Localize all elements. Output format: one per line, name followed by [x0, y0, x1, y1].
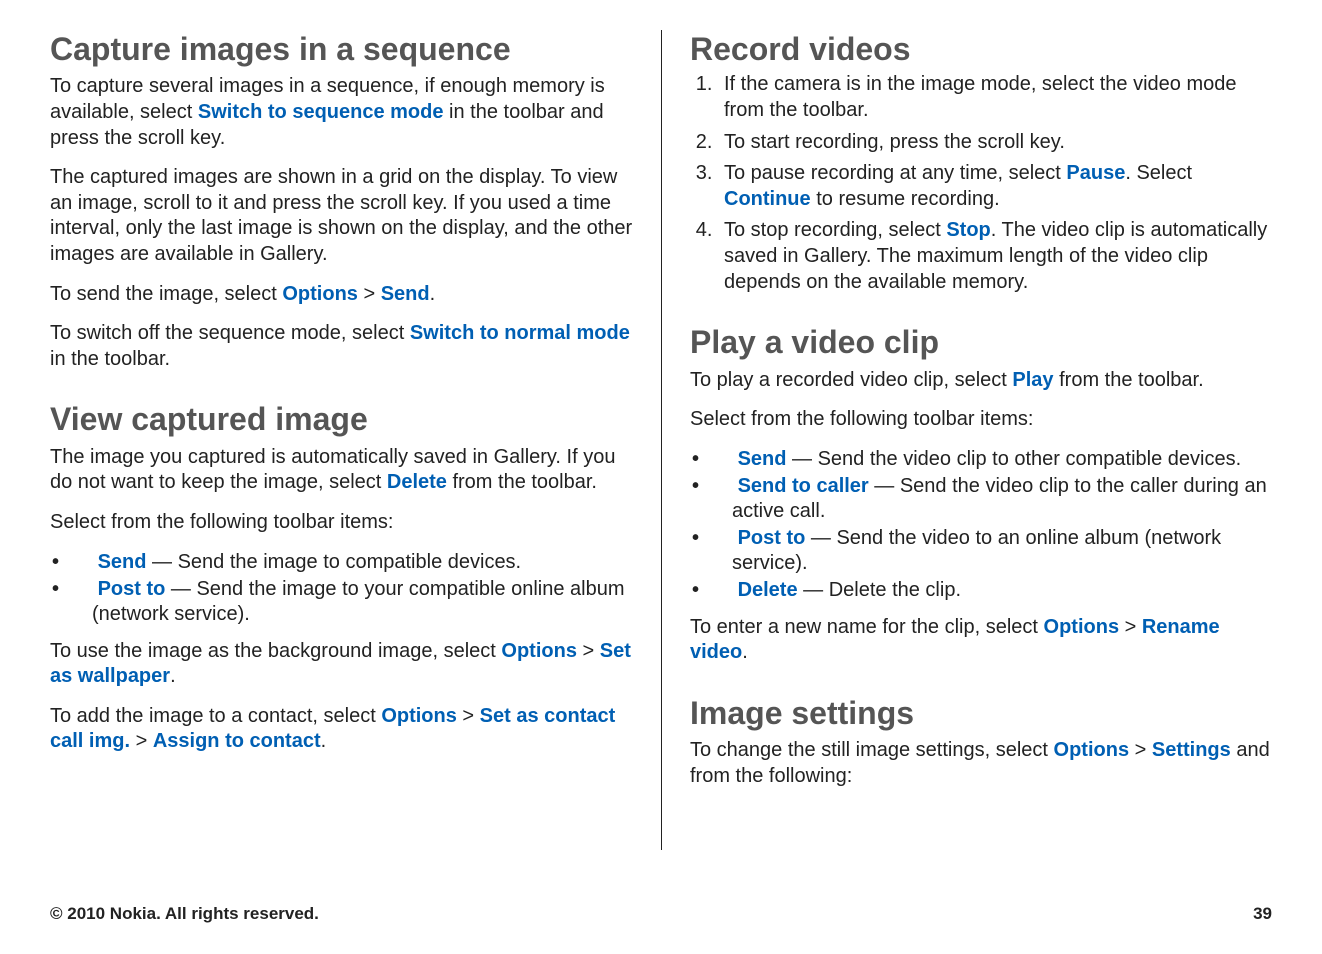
text: — Send the video clip to other compatibl…	[786, 448, 1241, 470]
text: — Send the image to compatible devices.	[146, 551, 521, 573]
ui-label-options: Options	[282, 283, 358, 305]
text: To change the still image settings, sele…	[690, 739, 1054, 761]
separator-gt: >	[1129, 739, 1152, 761]
text: To pause recording at any time, select	[724, 162, 1066, 184]
ui-label-settings: Settings	[1152, 739, 1231, 761]
heading-image-settings: Image settings	[690, 694, 1272, 732]
paragraph: To capture several images in a sequence,…	[50, 74, 633, 151]
paragraph: To switch off the sequence mode, select …	[50, 321, 633, 372]
text: in the toolbar.	[50, 348, 170, 370]
text: To add the image to a contact, select	[50, 705, 381, 727]
copyright: © 2010 Nokia. All rights reserved.	[50, 904, 319, 924]
ui-label-post-to: Post to	[738, 527, 806, 549]
text: from the toolbar.	[1054, 369, 1204, 391]
text: To send the image, select	[50, 283, 282, 305]
toolbar-list: Send — Send the image to compatible devi…	[50, 550, 633, 627]
list-item: Post to — Send the image to your compati…	[72, 577, 633, 627]
text: .	[430, 283, 436, 305]
ui-label-delete: Delete	[387, 471, 447, 493]
text: To stop recording, select	[724, 219, 946, 241]
two-column-layout: Capture images in a sequence To capture …	[50, 30, 1272, 850]
ui-label-delete: Delete	[738, 579, 798, 601]
text: — Delete the clip.	[798, 579, 961, 601]
text: .	[742, 641, 748, 663]
page-footer: © 2010 Nokia. All rights reserved. 39	[50, 904, 1272, 924]
list-item: Send to caller — Send the video clip to …	[712, 474, 1272, 524]
ui-label-send: Send	[98, 551, 147, 573]
text: — Send the video to an online album (net…	[732, 527, 1221, 574]
ui-label-continue: Continue	[724, 188, 811, 210]
paragraph: To send the image, select Options > Send…	[50, 282, 633, 308]
text: .	[170, 665, 176, 687]
text: To enter a new name for the clip, select	[690, 616, 1044, 638]
paragraph: To play a recorded video clip, select Pl…	[690, 368, 1272, 394]
list-item: To stop recording, select Stop. The vide…	[718, 218, 1272, 295]
list-item: To start recording, press the scroll key…	[718, 130, 1272, 156]
separator-gt: >	[577, 640, 600, 662]
text: — Send the image to your compatible onli…	[92, 578, 625, 625]
ui-label-send: Send	[738, 448, 787, 470]
heading-play-clip: Play a video clip	[690, 323, 1272, 361]
paragraph: To enter a new name for the clip, select…	[690, 615, 1272, 666]
paragraph: To change the still image settings, sele…	[690, 738, 1272, 789]
record-steps: If the camera is in the image mode, sele…	[690, 72, 1272, 295]
text: To use the image as the background image…	[50, 640, 501, 662]
page: Capture images in a sequence To capture …	[0, 0, 1322, 954]
ui-label-play: Play	[1012, 369, 1053, 391]
ui-label-options: Options	[381, 705, 457, 727]
ui-label-pause: Pause	[1066, 162, 1125, 184]
list-item: Send — Send the image to compatible devi…	[72, 550, 633, 575]
paragraph: Select from the following toolbar items:	[690, 407, 1272, 433]
text: To play a recorded video clip, select	[690, 369, 1012, 391]
text: .	[321, 730, 327, 752]
paragraph: The image you captured is automatically …	[50, 445, 633, 496]
ui-label-send: Send	[381, 283, 430, 305]
ui-label-options: Options	[1054, 739, 1130, 761]
ui-label-send-to-caller: Send to caller	[738, 475, 869, 497]
ui-label-options: Options	[501, 640, 577, 662]
paragraph: The captured images are shown in a grid …	[50, 165, 633, 267]
ui-label-switch-normal: Switch to normal mode	[410, 322, 630, 344]
text: . Select	[1125, 162, 1192, 184]
list-item: To pause recording at any time, select P…	[718, 161, 1272, 212]
list-item: Post to — Send the video to an online al…	[712, 526, 1272, 576]
heading-capture-sequence: Capture images in a sequence	[50, 30, 633, 68]
left-column: Capture images in a sequence To capture …	[50, 30, 661, 850]
separator-gt: >	[457, 705, 480, 727]
paragraph: To use the image as the background image…	[50, 639, 633, 690]
list-item: If the camera is in the image mode, sele…	[718, 72, 1272, 123]
text: To switch off the sequence mode, select	[50, 322, 410, 344]
list-item: Send — Send the video clip to other comp…	[712, 447, 1272, 472]
heading-record-videos: Record videos	[690, 30, 1272, 68]
separator-gt: >	[130, 730, 153, 752]
separator-gt: >	[1119, 616, 1142, 638]
toolbar-list: Send — Send the video clip to other comp…	[690, 447, 1272, 603]
text: from the toolbar.	[447, 471, 597, 493]
ui-label-options: Options	[1044, 616, 1120, 638]
heading-view-captured: View captured image	[50, 400, 633, 438]
ui-label-stop: Stop	[946, 219, 990, 241]
ui-label-switch-sequence: Switch to sequence mode	[198, 101, 444, 123]
text: to resume recording.	[811, 188, 1000, 210]
list-item: Delete — Delete the clip.	[712, 578, 1272, 603]
separator-gt: >	[358, 283, 381, 305]
paragraph: To add the image to a contact, select Op…	[50, 704, 633, 755]
right-column: Record videos If the camera is in the im…	[661, 30, 1272, 850]
ui-label-assign-contact: Assign to contact	[153, 730, 321, 752]
paragraph: Select from the following toolbar items:	[50, 510, 633, 536]
ui-label-post-to: Post to	[98, 578, 166, 600]
page-number: 39	[1253, 904, 1272, 924]
